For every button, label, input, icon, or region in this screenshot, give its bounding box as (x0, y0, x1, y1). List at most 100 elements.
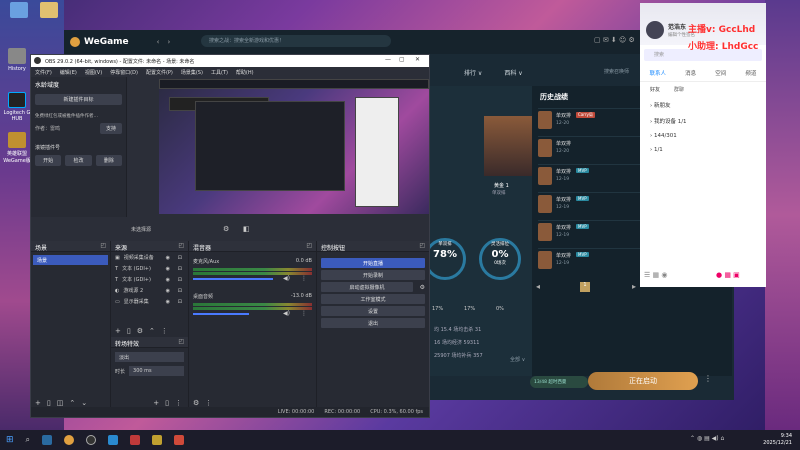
source-item[interactable]: T 文本 (GDI+) ◉ ⊡ (111, 274, 188, 285)
explorer-icon[interactable] (42, 435, 53, 445)
new-plugin-button[interactable]: 新建插件目标 (35, 94, 122, 105)
start-button[interactable]: 开始 (35, 155, 62, 166)
dock-pin-icon[interactable]: ◰ (306, 242, 312, 249)
delete-button[interactable]: 删除 (95, 155, 122, 166)
tab-messages[interactable]: 消息 (685, 69, 696, 77)
desktop-icon-ghub[interactable]: Logitech G HUB (2, 92, 32, 122)
start-virtual-camera-button[interactable]: 启动虚拟摄像机 (321, 282, 413, 292)
more-options-icon[interactable]: ⋮ (704, 374, 712, 383)
volume-slider[interactable] (193, 313, 249, 315)
source-item[interactable]: ▣ 视频采集设备 ◉ ⊡ (111, 252, 188, 263)
more-icon[interactable]: ⋮ (205, 399, 212, 407)
desktop-icon-computer[interactable] (4, 2, 34, 20)
dock-pin-icon[interactable]: ◰ (178, 242, 184, 249)
filter-icon[interactable]: ◫ (57, 399, 64, 407)
more-icon[interactable]: ⋮ (301, 275, 307, 282)
obs-preview[interactable] (159, 79, 429, 214)
visibility-icon[interactable]: ◉ (166, 255, 170, 261)
exit-button[interactable]: 退出 (321, 318, 425, 328)
page-number[interactable]: 1 (580, 282, 590, 292)
search-player-input[interactable]: 搜索召唤师 (604, 68, 629, 75)
qq-group-row[interactable]: › 我的设备 1/1 (640, 113, 766, 129)
desktop-icon-history[interactable]: History (2, 48, 32, 72)
start-recording-button[interactable]: 开始录制 (321, 270, 425, 280)
start-streaming-button[interactable]: 开始直播 (321, 258, 425, 268)
more-icon[interactable]: ⋮ (175, 399, 182, 407)
gear-icon[interactable]: ⚙ (193, 399, 199, 407)
subtab-groups[interactable]: 群聊 (674, 86, 684, 93)
maximize-icon[interactable]: ▢ (399, 56, 405, 63)
visibility-icon[interactable]: ◉ (166, 299, 170, 305)
add-icon[interactable]: + (115, 327, 121, 335)
tab-qzone[interactable]: 空间 (715, 69, 726, 77)
league-taskbar-icon[interactable] (152, 435, 163, 445)
support-button[interactable]: 支持 (100, 123, 122, 134)
qq-group-row[interactable]: › 144/301 (640, 129, 766, 143)
dock-pin-icon[interactable]: ◰ (100, 242, 106, 249)
transition-select[interactable]: 淡出 (115, 352, 184, 362)
next-page-icon[interactable]: ▸ (632, 282, 636, 291)
more-icon[interactable]: ⋮ (161, 327, 168, 335)
remove-icon[interactable]: ▯ (165, 399, 169, 407)
menu-file[interactable]: 文件(F) (35, 69, 52, 76)
wegame-search-input[interactable]: 搜索之战：搜索全新游戏和优惠！ (201, 35, 391, 47)
start-menu-icon[interactable]: ⊞ (6, 435, 14, 445)
settings-button[interactable]: 设置 (321, 306, 425, 316)
source-settings-icon[interactable]: ⚙ (223, 225, 229, 233)
app-taskbar-icon[interactable] (130, 435, 141, 445)
qq-group-row[interactable]: › 新朋友 (640, 97, 766, 113)
up-icon[interactable]: ⌃ (69, 399, 75, 407)
remove-icon[interactable]: ▯ (127, 327, 131, 335)
start-game-button[interactable]: 正在启动 (588, 372, 698, 390)
prev-page-icon[interactable]: ◂ (536, 282, 540, 291)
studio-mode-button[interactable]: 工作室模式 (321, 294, 425, 304)
visibility-icon[interactable]: ◉ (166, 266, 170, 272)
gear-icon[interactable]: ⚙ (137, 327, 143, 335)
source-filters-icon[interactable]: ◧ (243, 225, 250, 233)
toolbar-icons[interactable]: ▢ ✉ ⬇ ☺ ⚙ (594, 36, 635, 44)
menu-docks[interactable]: 停靠窗口(D) (110, 69, 138, 76)
lock-icon[interactable]: ⊡ (178, 277, 182, 283)
nav-rank[interactable]: 排行 ∨ (464, 68, 482, 77)
dock-pin-icon[interactable]: ◰ (419, 242, 425, 249)
menu-profile[interactable]: 配置文件(P) (146, 69, 173, 76)
app2-taskbar-icon[interactable] (174, 435, 185, 445)
search-icon[interactable]: ⌕ (26, 435, 30, 445)
system-tray-icons[interactable]: ⌃ ◍ ▤ ◀) ⌂ (690, 435, 724, 442)
obs-taskbar-icon[interactable] (86, 435, 97, 445)
more-icon[interactable]: ⋮ (301, 310, 307, 317)
subtab-friends[interactable]: 好友 (650, 86, 660, 93)
menu-view[interactable]: 视图(V) (85, 69, 102, 76)
source-item[interactable]: ▭ 显示器采集 ◉ ⊡ (111, 296, 188, 307)
nav-more[interactable]: 西科 ∨ (504, 68, 522, 77)
desktop-icon-folder[interactable] (34, 2, 64, 20)
mode-selector[interactable]: 13/48 超时西曼 (530, 376, 588, 388)
dock-pin-icon[interactable]: ◰ (178, 338, 184, 345)
wegame-taskbar-icon[interactable] (64, 435, 75, 445)
menu-edit[interactable]: 编辑(E) (60, 69, 77, 76)
lock-icon[interactable]: ⊡ (178, 288, 182, 294)
scene-item[interactable]: 场景 (33, 255, 108, 265)
down-icon[interactable]: ⌄ (81, 399, 87, 407)
desktop-icon-lol[interactable]: 英雄联盟WeGame版 (2, 132, 32, 164)
add-icon[interactable]: + (35, 399, 41, 407)
add-icon[interactable]: + (153, 399, 159, 407)
source-item[interactable]: T 文本 (GDI+) ◉ ⊡ (111, 263, 188, 274)
back-icon[interactable]: ‹ (157, 38, 160, 46)
close-icon[interactable]: ✕ (415, 56, 420, 63)
filter-all[interactable]: 全部 ∨ (510, 356, 525, 363)
visibility-icon[interactable]: ◉ (166, 288, 170, 294)
lock-icon[interactable]: ⊡ (178, 266, 182, 272)
menu-help[interactable]: 帮助(H) (236, 69, 254, 76)
tab-contacts[interactable]: 联系人 (650, 69, 667, 77)
volume-slider[interactable] (193, 278, 273, 280)
up-icon[interactable]: ⌃ (149, 327, 155, 335)
qq-bottom-icons[interactable]: ☰ ▦ ◉ (644, 271, 667, 279)
menu-scene-collection[interactable]: 场景集(S) (181, 69, 203, 76)
source-item[interactable]: ◐ 游戏源 2 ◉ ⊡ (111, 285, 188, 296)
gear-icon[interactable]: ⚙ (420, 284, 425, 291)
lock-icon[interactable]: ⊡ (178, 299, 182, 305)
speaker-icon[interactable]: ◀) (283, 310, 290, 317)
qq-app-icons[interactable]: ● ▦ ▣ (716, 271, 740, 279)
edit-button[interactable]: 检改 (65, 155, 92, 166)
